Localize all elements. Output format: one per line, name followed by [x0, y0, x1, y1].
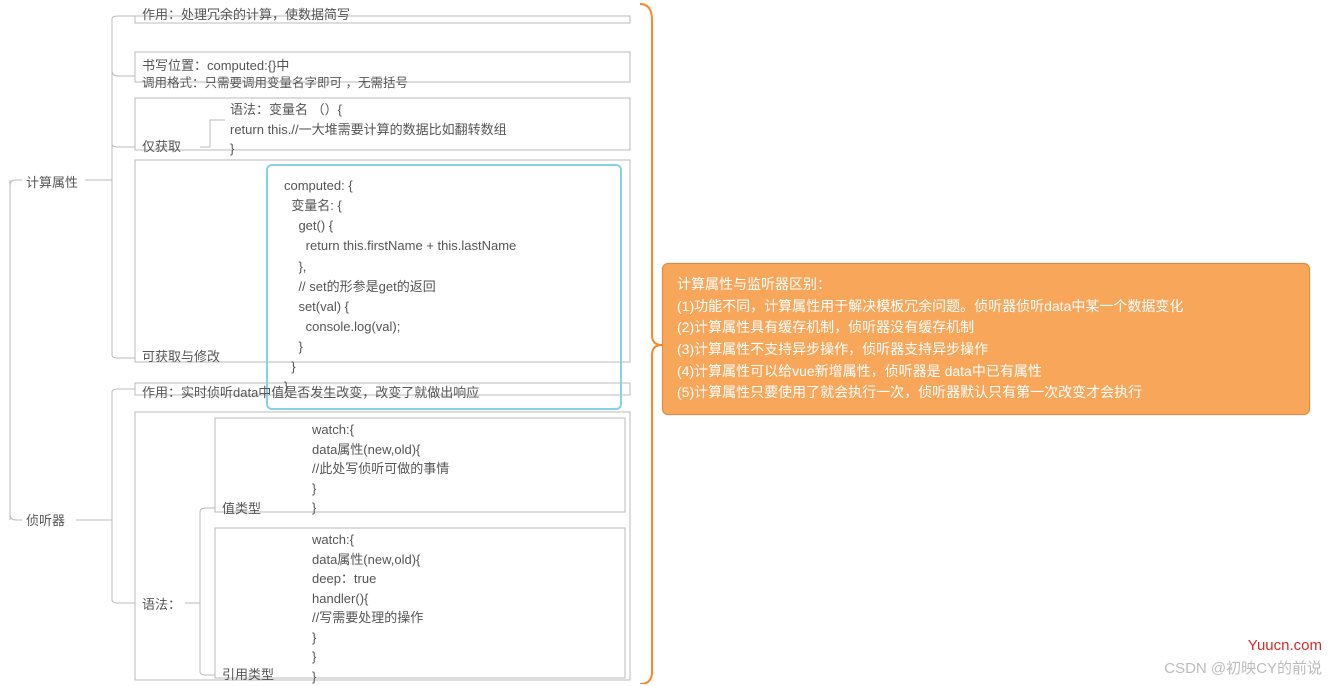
branch-watcher[interactable]: 侦听器 [26, 510, 65, 529]
computed-purpose[interactable]: 作用：处理冗余的计算，使数据简写 [142, 4, 350, 23]
info-line-1: (1)功能不同，计算属性用于解决模板冗余问题。侦听器侦听data中某一个数据变化 [677, 296, 1295, 318]
watcher-value-type-code: watch:{ data属性(new,old){ //此处写侦听可做的事情 } … [312, 420, 449, 518]
info-title: 计算属性与监听器区别： [677, 274, 1295, 296]
computed-location-line2[interactable]: 调用格式：只需要调用变量名字即可 ，无需括号 [142, 72, 408, 91]
difference-info-box: 计算属性与监听器区别： (1)功能不同，计算属性用于解决模板冗余问题。侦听器侦听… [662, 263, 1310, 415]
computed-getonly-code: 语法：变量名 （）{ return this.//一大堆需要计算的数据比如翻转数… [230, 100, 507, 159]
info-line-3: (3)计算属性不支持异步操作，侦听器支持异步操作 [677, 339, 1295, 361]
info-line-5: (5)计算属性只要使用了就会执行一次，侦听器默认只有第一次改变才会执行 [677, 382, 1295, 404]
watcher-syntax-label[interactable]: 语法： [142, 594, 181, 613]
info-line-2: (2)计算属性具有缓存机制，侦听器没有缓存机制 [677, 317, 1295, 339]
watcher-value-type-label[interactable]: 值类型 [222, 498, 261, 517]
watermark-yuucn: Yuucn.com [1248, 637, 1322, 654]
computed-getset-label[interactable]: 可获取与修改 [142, 346, 220, 365]
watermark-csdn: CSDN @初映CY的前说 [1164, 657, 1322, 678]
watcher-ref-type-code: watch:{ data属性(new,old){ deep：true handl… [312, 530, 423, 686]
info-line-4: (4)计算属性可以给vue新增属性，侦听器是 data中已有属性 [677, 361, 1295, 383]
branch-computed[interactable]: 计算属性 [26, 172, 78, 191]
watcher-ref-type-label[interactable]: 引用类型 [222, 664, 274, 683]
computed-getonly-label[interactable]: 仅获取 [142, 136, 181, 155]
computed-getset-code: computed: { 变量名: { get() { return this.f… [266, 164, 622, 410]
watcher-purpose[interactable]: 作用：实时侦听data中值是否发生改变，改变了就做出响应 [142, 382, 479, 401]
